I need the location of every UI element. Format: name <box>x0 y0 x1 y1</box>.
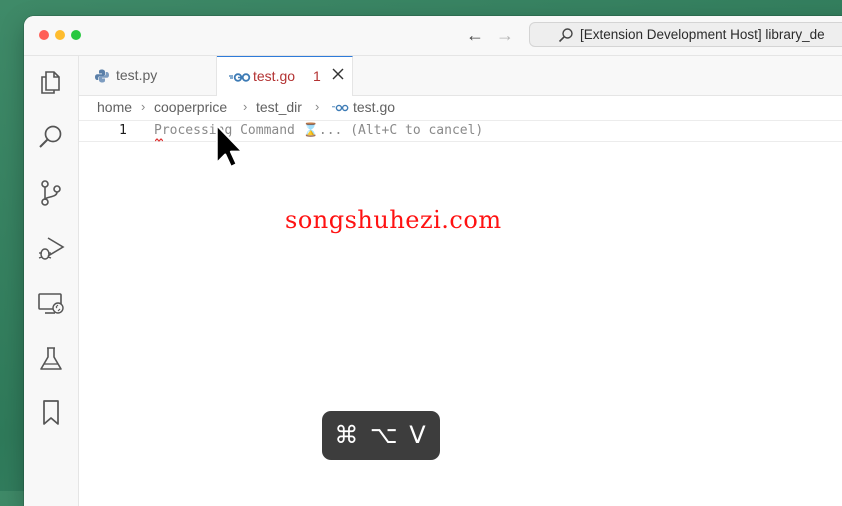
chevron-right-icon: › <box>315 99 320 114</box>
title-bar: ← → [Extension Development Host] library… <box>24 16 842 56</box>
search-icon <box>558 28 573 43</box>
line-number: 1 <box>119 123 127 138</box>
testing-beaker-icon[interactable] <box>37 345 65 373</box>
minimize-window-button[interactable] <box>55 30 65 40</box>
bookmark-icon[interactable] <box>37 399 65 427</box>
remote-explorer-icon[interactable] <box>37 289 65 317</box>
processing-placeholder-text: Processing Command ⌛... (Alt+C to cancel… <box>154 123 484 138</box>
go-file-icon <box>332 104 349 112</box>
explorer-icon[interactable] <box>37 68 65 96</box>
watermark-text: songshuhezi.com <box>285 206 502 234</box>
command-center-text: [Extension Development Host] library_de <box>580 27 825 42</box>
tab-test-py[interactable]: test.py <box>79 56 217 95</box>
tab-label: test.py <box>116 67 158 83</box>
breadcrumb-item[interactable]: test_dir <box>256 99 302 115</box>
breadcrumb-item[interactable]: test.go <box>353 99 395 115</box>
editor-tabs: test.py test.go 1 <box>79 56 842 96</box>
mouse-pointer-icon <box>216 124 244 168</box>
command-center[interactable]: [Extension Development Host] library_de <box>529 22 842 47</box>
search-icon[interactable] <box>37 123 65 151</box>
forward-arrow-icon[interactable]: → <box>495 25 515 45</box>
run-and-debug-icon[interactable] <box>37 234 65 262</box>
editor-current-line[interactable]: 1 Processing Command ⌛... (Alt+C to canc… <box>79 120 842 142</box>
error-squiggle <box>155 138 163 142</box>
keystroke-overlay: ⌘ ⌥ V <box>322 411 440 460</box>
tab-test-go[interactable]: test.go 1 <box>217 56 353 96</box>
back-arrow-icon[interactable]: ← <box>465 25 485 45</box>
go-file-icon <box>229 73 251 82</box>
source-control-icon[interactable] <box>37 179 65 207</box>
breadcrumb-item[interactable]: cooperprice <box>154 99 227 115</box>
close-icon[interactable] <box>331 67 345 81</box>
maximize-window-button[interactable] <box>71 30 81 40</box>
close-window-button[interactable] <box>39 30 49 40</box>
problems-count-badge: 1 <box>313 68 321 84</box>
breadcrumb-item[interactable]: home <box>97 99 132 115</box>
python-file-icon <box>95 69 109 83</box>
tab-label: test.go <box>253 68 296 84</box>
chevron-right-icon: › <box>141 99 146 114</box>
activity-bar <box>24 56 79 506</box>
chevron-right-icon: › <box>243 99 248 114</box>
